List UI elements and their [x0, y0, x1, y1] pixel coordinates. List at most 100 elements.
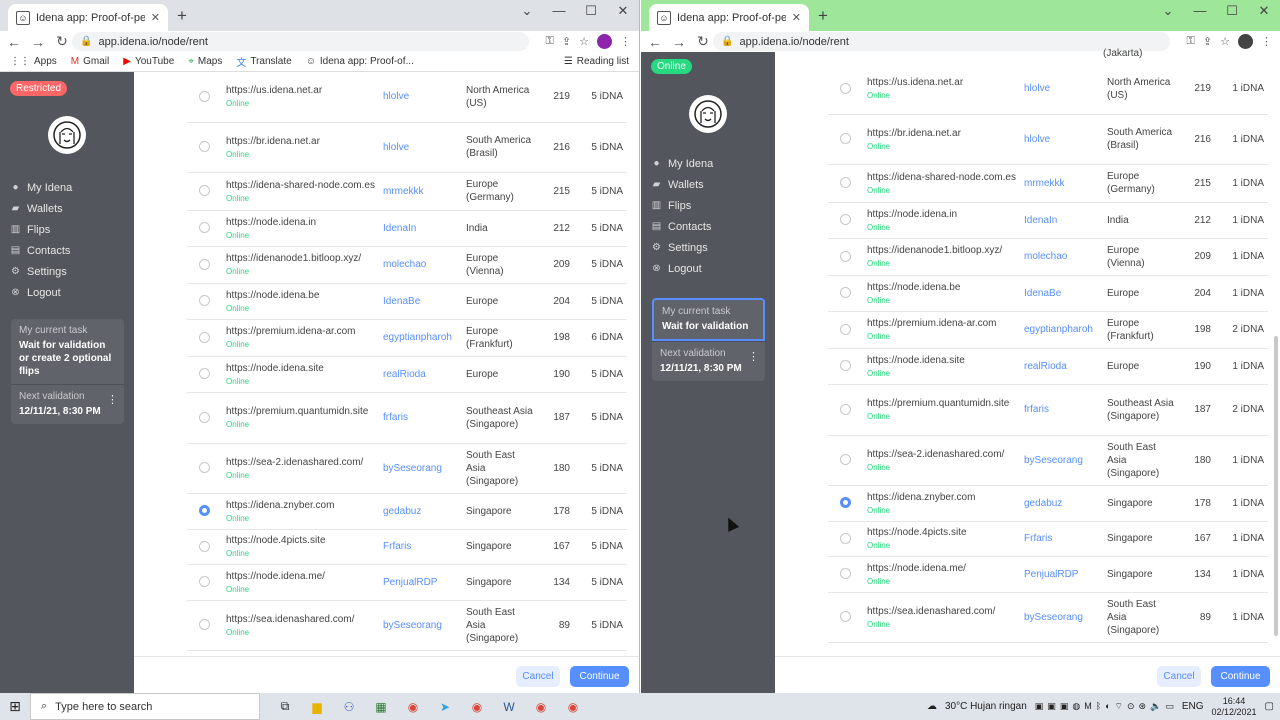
- tray-app-icon[interactable]: ⊙: [1127, 701, 1135, 712]
- table-row[interactable]: https://sea-2.idenashared.com/Online bySe…: [828, 435, 1268, 486]
- table-row[interactable]: https://node.idena.me/Online PenjualRDP Si…: [828, 556, 1268, 593]
- node-radio[interactable]: [199, 331, 210, 343]
- browser-tab[interactable]: ☺ Idena app: Proof-of-person bloc ✕: [8, 4, 168, 31]
- chrome-icon[interactable]: ◉: [530, 697, 552, 717]
- node-owner[interactable]: bySeseorang: [379, 600, 462, 651]
- bookmark-gmail[interactable]: M Gmail: [71, 56, 109, 67]
- node-owner[interactable]: egyptianpharoh: [379, 319, 462, 357]
- close-icon[interactable]: ✕: [151, 11, 160, 24]
- table-row[interactable]: https://idena-shared-node.com.es Online mr…: [187, 172, 627, 211]
- weather-text[interactable]: 30°C Hujan ringan: [945, 701, 1027, 712]
- table-row[interactable]: https://node.idena.me/Online PenjualRDP Si…: [187, 564, 627, 601]
- node-owner[interactable]: hlolve: [1020, 114, 1103, 165]
- table-row[interactable]: https://idena.znyber.com Online gedabuz Sin…: [828, 485, 1268, 522]
- close-window-icon[interactable]: ✕: [1248, 0, 1280, 31]
- node-radio[interactable]: [199, 411, 210, 423]
- node-radio[interactable]: [199, 368, 210, 380]
- node-owner[interactable]: frfaris: [379, 392, 462, 444]
- browser-tab[interactable]: ☺ Idena app: Proof-of-person bloc ✕: [649, 4, 809, 31]
- node-owner[interactable]: frfaris: [1020, 384, 1103, 436]
- chrome-icon[interactable]: ◉: [466, 697, 488, 717]
- tray-app-icon[interactable]: M: [1084, 701, 1092, 712]
- sidebar-item-wallets[interactable]: ▰ Wallets: [10, 198, 130, 219]
- node-owner[interactable]: hlolve: [379, 72, 462, 123]
- node-radio[interactable]: [840, 403, 851, 415]
- node-owner[interactable]: IdenaIn: [1020, 202, 1103, 239]
- node-owner[interactable]: Frfaris: [1020, 521, 1103, 557]
- clock[interactable]: 16:44 02/12/2021: [1212, 696, 1257, 718]
- word-icon[interactable]: W: [498, 697, 520, 717]
- node-owner[interactable]: realRioda: [379, 356, 462, 393]
- table-row[interactable]: https://idena.znyber.com Online gedabuz Sin…: [187, 493, 627, 530]
- bookmark-youtube[interactable]: ▶ YouTube: [123, 56, 174, 67]
- lock-icon[interactable]: 🔒: [721, 36, 733, 47]
- wifi-icon[interactable]: ⌔: [1115, 701, 1123, 712]
- table-row[interactable]: https://idenanode1.bitloop.xyz/Online mol…: [187, 246, 627, 284]
- table-row[interactable]: https://node.idena.site Online realRioda Eu…: [187, 356, 627, 393]
- battery-icon[interactable]: ▭: [1165, 701, 1174, 712]
- menu-icon[interactable]: ⋮: [620, 35, 631, 48]
- table-row[interactable]: https://node.4picts.site Online Frfaris Sin…: [828, 521, 1268, 557]
- tray-app-icon[interactable]: ▣: [1035, 701, 1044, 712]
- new-tab-icon[interactable]: +: [175, 7, 189, 25]
- telegram-icon[interactable]: ➤: [434, 697, 456, 717]
- node-radio[interactable]: [199, 222, 210, 234]
- table-row[interactable]: https://sea.idenashared.com/Online bySese…: [187, 600, 627, 651]
- bookmark-idena[interactable]: ☺ Idena app: Proof-of...: [306, 56, 414, 67]
- forward-icon[interactable]: →: [669, 34, 689, 50]
- node-owner[interactable]: bySeseorang: [1020, 435, 1103, 486]
- node-radio[interactable]: [199, 619, 210, 631]
- node-radio[interactable]: [840, 532, 851, 544]
- new-tab-icon[interactable]: +: [816, 7, 830, 25]
- node-owner[interactable]: realRioda: [1020, 348, 1103, 385]
- table-row[interactable]: https://node.idena.be Online IdenaBe Europe…: [187, 283, 627, 320]
- table-row[interactable]: https://us.idena.net.ar Online hlolve North…: [187, 72, 627, 123]
- address-bar[interactable]: 🔒 app.idena.io/node/rent: [72, 32, 529, 51]
- tray-app-icon[interactable]: ▣: [1060, 701, 1069, 712]
- chevron-down-icon[interactable]: ⌄: [511, 0, 543, 31]
- cancel-button[interactable]: Cancel: [1157, 666, 1201, 687]
- node-radio[interactable]: [199, 462, 210, 474]
- maximize-icon[interactable]: ☐: [1216, 0, 1248, 31]
- current-task[interactable]: My current task Wait for validation: [652, 298, 765, 341]
- table-row[interactable]: https://premium.idena-ar.com Online egypti…: [187, 319, 627, 357]
- node-radio[interactable]: [840, 568, 851, 580]
- node-owner[interactable]: bySeseorang: [1020, 592, 1103, 643]
- continue-button[interactable]: Continue: [570, 666, 629, 687]
- node-owner[interactable]: bySeseorang: [379, 443, 462, 494]
- table-row[interactable]: https://br.idena.net.ar Online hlolve South…: [187, 122, 627, 173]
- node-radio[interactable]: [840, 611, 851, 623]
- language-indicator[interactable]: ENG: [1182, 701, 1204, 712]
- minimize-icon[interactable]: —: [1184, 0, 1216, 31]
- node-owner[interactable]: molechao: [1020, 238, 1103, 276]
- back-icon[interactable]: ←: [4, 34, 24, 50]
- node-owner[interactable]: IdenaBe: [379, 283, 462, 320]
- bluetooth-icon[interactable]: ᛒ: [1096, 701, 1101, 712]
- node-radio[interactable]: [840, 133, 851, 145]
- tray-app-icon[interactable]: ◍: [1072, 701, 1080, 712]
- star-icon[interactable]: ☆: [579, 35, 589, 48]
- table-row[interactable]: https://idenanode1.bitloop.xyz/Online mol…: [828, 238, 1268, 276]
- share-icon[interactable]: ⇪: [1203, 35, 1212, 48]
- node-owner[interactable]: mrmekkk: [1020, 164, 1103, 203]
- current-task[interactable]: My current task Wait for validation or c…: [11, 319, 124, 384]
- key-icon[interactable]: ⚿: [546, 35, 554, 48]
- tray-app-icon[interactable]: ▣: [1047, 701, 1056, 712]
- bookmark-apps[interactable]: ⋮⋮ Apps: [10, 56, 57, 67]
- close-icon[interactable]: ✕: [792, 11, 801, 24]
- node-radio[interactable]: [199, 540, 210, 552]
- node-radio[interactable]: [840, 497, 851, 509]
- node-owner[interactable]: gedabuz: [1020, 485, 1103, 522]
- sidebar-item-flips[interactable]: ▥ Flips: [10, 219, 130, 240]
- taskbar-search[interactable]: ⌕ Type here to search: [30, 693, 260, 720]
- menu-icon[interactable]: ⋮: [1261, 35, 1272, 48]
- excel-like-icon[interactable]: ▦: [370, 697, 392, 717]
- node-owner[interactable]: IdenaIn: [379, 210, 462, 247]
- file-explorer-icon[interactable]: ▆: [306, 697, 328, 717]
- sidebar-item-logout[interactable]: ⊗ Logout: [651, 258, 771, 279]
- node-owner[interactable]: IdenaBe: [1020, 275, 1103, 312]
- speaker-icon[interactable]: 🔈: [1150, 701, 1161, 712]
- node-radio[interactable]: [840, 287, 851, 299]
- chevron-down-icon[interactable]: ⌄: [1152, 0, 1184, 31]
- node-radio[interactable]: [840, 214, 851, 226]
